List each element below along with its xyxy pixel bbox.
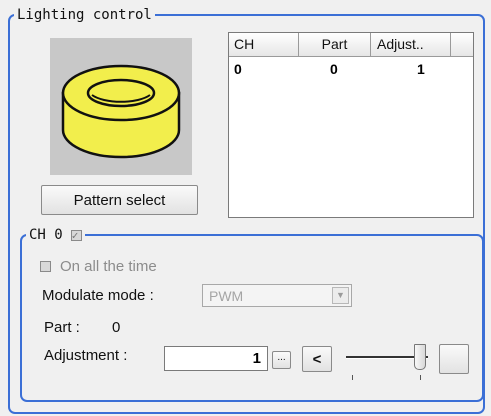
table-row[interactable]: 0 0 1 — [229, 59, 473, 77]
pattern-select-button[interactable]: Pattern select — [41, 185, 198, 215]
decrement-button[interactable]: < — [302, 346, 332, 372]
part-label: Part : — [44, 319, 80, 336]
adjustment-label: Adjustment : — [44, 347, 128, 364]
adjustment-slider[interactable] — [344, 344, 434, 384]
adjustment-input[interactable]: 1 — [164, 346, 268, 371]
lighting-control-title: Lighting control — [14, 6, 155, 24]
modulate-mode-value: PWM — [209, 288, 244, 304]
channel-title: CH 0 — [29, 227, 63, 243]
chevron-down-icon[interactable]: ▼ — [332, 287, 349, 304]
column-header-adjust[interactable]: Adjust.. — [371, 33, 451, 57]
channel-table[interactable]: CH Part Adjust.. 0 0 1 — [228, 32, 474, 218]
always-on-label: On all the time — [60, 258, 157, 275]
slider-tick-min — [352, 375, 353, 380]
part-value: 0 — [112, 319, 121, 336]
cell-part: 0 — [330, 61, 338, 77]
modulate-mode-select[interactable]: PWM ▼ — [202, 284, 352, 307]
column-header-ch[interactable]: CH — [229, 33, 299, 57]
modulate-mode-label: Modulate mode : — [42, 287, 154, 304]
column-header-part[interactable]: Part — [299, 33, 371, 57]
cell-adjust: 1 — [417, 61, 425, 77]
adjustment-ellipsis-button[interactable]: ... — [272, 351, 291, 369]
cell-ch: 0 — [234, 61, 242, 77]
column-header-empty — [451, 33, 473, 57]
ring-light-icon — [61, 64, 181, 159]
increment-button[interactable] — [439, 344, 469, 374]
always-on-checkbox[interactable] — [40, 261, 51, 272]
slider-tick-max — [420, 375, 421, 380]
slider-thumb[interactable] — [414, 344, 426, 370]
channel-group-legend: CH 0 — [26, 226, 85, 245]
channel-enable-checkbox[interactable] — [70, 227, 82, 245]
lighting-preview — [50, 38, 192, 175]
